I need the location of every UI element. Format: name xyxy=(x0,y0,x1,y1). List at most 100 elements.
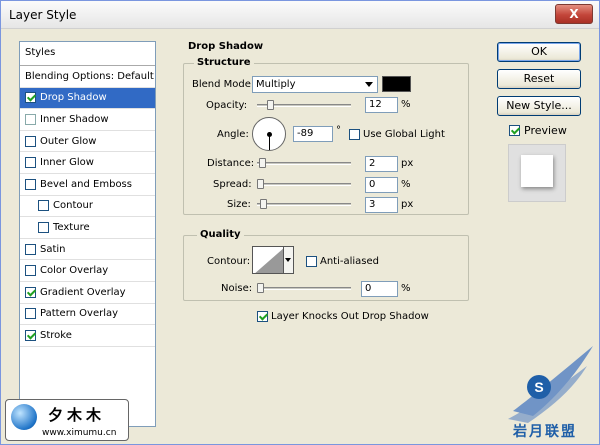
style-checkbox-bevel-and-emboss[interactable] xyxy=(25,178,36,190)
style-checkbox-stroke[interactable] xyxy=(25,329,36,341)
noise-label: Noise: xyxy=(221,283,253,294)
quality-title: Quality xyxy=(197,229,244,240)
drop-shadow-section-title: Drop Shadow xyxy=(188,41,264,52)
style-item-bevel-and-emboss[interactable]: Bevel and Emboss xyxy=(20,174,155,196)
ok-button[interactable]: OK xyxy=(497,42,581,62)
spread-label: Spread: xyxy=(213,179,252,190)
style-item-label: Pattern Overlay xyxy=(40,308,119,320)
structure-title: Structure xyxy=(194,57,254,68)
noise-slider[interactable] xyxy=(257,287,351,290)
distance-input[interactable]: 2 xyxy=(365,156,398,172)
opacity-input[interactable]: 12 xyxy=(365,97,398,113)
blend-mode-select[interactable]: Multiply xyxy=(252,76,378,93)
opacity-label: Opacity: xyxy=(206,100,248,111)
style-item-label: Gradient Overlay xyxy=(40,286,126,298)
contour-label: Contour: xyxy=(207,256,251,267)
style-checkbox-color-overlay[interactable] xyxy=(25,265,36,277)
styles-header: Styles xyxy=(20,42,155,66)
size-label: Size: xyxy=(227,199,251,210)
title-bar: Layer Style X xyxy=(1,1,599,29)
distance-slider-thumb[interactable] xyxy=(258,158,266,168)
noise-slider-thumb[interactable] xyxy=(257,283,264,293)
window-title: Layer Style xyxy=(9,8,77,22)
spread-input[interactable]: 0 xyxy=(365,177,398,193)
style-item-color-overlay[interactable]: Color Overlay xyxy=(20,260,155,282)
style-item-label: Bevel and Emboss xyxy=(40,178,132,190)
contour-curve-icon xyxy=(255,248,283,273)
use-global-light-label: Use Global Light xyxy=(363,129,445,140)
style-item-texture[interactable]: Texture xyxy=(20,217,155,239)
style-item-label: Inner Shadow xyxy=(40,113,109,125)
anti-aliased-checkbox[interactable] xyxy=(306,256,317,267)
size-slider[interactable] xyxy=(257,203,351,206)
angle-dial[interactable] xyxy=(252,117,286,151)
style-item-label: Color Overlay xyxy=(40,265,109,277)
contour-dropdown-arrow[interactable] xyxy=(284,246,294,274)
ximumu-watermark: 夕木木 www.ximumu.cn xyxy=(5,399,129,441)
spread-slider-thumb[interactable] xyxy=(257,179,264,189)
style-item-gradient-overlay[interactable]: Gradient Overlay xyxy=(20,282,155,304)
ximumu-watermark-url: www.ximumu.cn xyxy=(42,428,117,438)
style-item-pattern-overlay[interactable]: Pattern Overlay xyxy=(20,304,155,326)
new-style-button[interactable]: New Style... xyxy=(497,96,581,116)
style-item-stroke[interactable]: Stroke xyxy=(20,325,155,347)
shadow-color-swatch[interactable] xyxy=(382,76,411,92)
angle-label: Angle: xyxy=(217,129,249,140)
layer-knockout-label: Layer Knocks Out Drop Shadow xyxy=(271,311,429,322)
style-checkbox-gradient-overlay[interactable] xyxy=(25,286,36,298)
close-button[interactable]: X xyxy=(555,4,593,24)
layer-style-dialog: Layer Style X Styles Blending Options: D… xyxy=(0,0,600,445)
style-item-inner-shadow[interactable]: Inner Shadow xyxy=(20,109,155,131)
style-item-satin[interactable]: Satin xyxy=(20,239,155,261)
style-checkbox-inner-glow[interactable] xyxy=(25,157,36,169)
contour-picker[interactable] xyxy=(252,246,284,274)
anti-aliased-label: Anti-aliased xyxy=(320,256,380,267)
opacity-slider-thumb[interactable] xyxy=(267,100,275,110)
wing-logo-text: 岩月联盟 xyxy=(513,424,577,440)
style-item-drop-shadow[interactable]: Drop Shadow xyxy=(20,87,155,110)
blend-mode-value: Multiply xyxy=(256,79,296,90)
style-item-label: Outer Glow xyxy=(40,135,97,147)
opacity-unit: % xyxy=(401,99,411,110)
angle-input[interactable]: -89 xyxy=(293,126,333,142)
noise-input[interactable]: 0 xyxy=(361,281,398,297)
chevron-down-icon xyxy=(365,82,373,87)
ximumu-watermark-chars: 夕木木 xyxy=(48,406,106,424)
globe-icon xyxy=(11,404,37,430)
style-item-outer-glow[interactable]: Outer Glow xyxy=(20,131,155,153)
style-item-contour[interactable]: Contour xyxy=(20,196,155,218)
preview-label: Preview xyxy=(524,124,567,137)
style-checkbox-pattern-overlay[interactable] xyxy=(25,308,36,320)
size-slider-thumb[interactable] xyxy=(259,199,267,209)
style-item-blending-options-default[interactable]: Blending Options: Default xyxy=(20,66,155,88)
style-item-label: Texture xyxy=(53,221,90,233)
spread-unit: % xyxy=(401,179,411,190)
style-item-label: Satin xyxy=(40,243,66,255)
style-checkbox-texture[interactable] xyxy=(38,221,49,233)
style-checkbox-satin[interactable] xyxy=(25,243,36,255)
style-item-label: Contour xyxy=(53,200,93,212)
styles-list: Styles Blending Options: Default Drop Sha… xyxy=(19,41,156,427)
wing-logo-badge: S xyxy=(534,379,543,395)
style-item-label: Stroke xyxy=(40,329,72,341)
angle-unit: ° xyxy=(336,125,341,136)
spread-slider[interactable] xyxy=(257,183,351,186)
preview-swatch xyxy=(521,155,553,187)
distance-label: Distance: xyxy=(207,158,255,169)
size-unit: px xyxy=(401,199,414,210)
layer-knockout-checkbox[interactable] xyxy=(257,311,268,322)
style-item-inner-glow[interactable]: Inner Glow xyxy=(20,152,155,174)
blend-mode-label: Blend Mode: xyxy=(192,79,255,90)
use-global-light-checkbox[interactable] xyxy=(349,129,360,140)
style-checkbox-outer-glow[interactable] xyxy=(25,135,36,147)
noise-unit: % xyxy=(401,283,411,294)
style-checkbox-inner-shadow[interactable] xyxy=(25,113,36,125)
preview-checkbox[interactable] xyxy=(509,125,520,136)
distance-slider[interactable] xyxy=(257,162,351,165)
size-input[interactable]: 3 xyxy=(365,197,398,213)
reset-button[interactable]: Reset xyxy=(497,69,581,89)
style-checkbox-contour[interactable] xyxy=(38,200,49,212)
preview-thumbnail xyxy=(508,144,566,202)
style-item-label: Inner Glow xyxy=(40,157,94,169)
style-checkbox-drop-shadow[interactable] xyxy=(25,92,36,104)
